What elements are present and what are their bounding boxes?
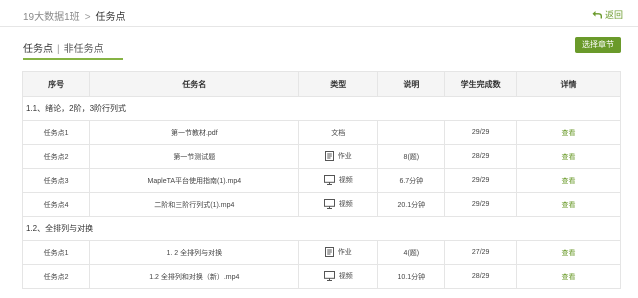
task-type-cell: 视频 — [298, 192, 379, 217]
task-type-cell: 作业 — [298, 240, 379, 265]
task-type: 视频 — [323, 174, 353, 185]
task-type-label: 文档 — [331, 129, 346, 137]
task-type: 文档 — [331, 128, 345, 138]
task-completed: 29/29 — [444, 168, 517, 193]
view-detail-link[interactable]: 查看 — [561, 154, 575, 161]
select-chapter-button[interactable]: 选择章节 — [575, 37, 621, 53]
header-completed: 学生完成数 — [444, 71, 517, 97]
tab-task-points[interactable]: 任务点 — [23, 40, 53, 55]
table-row: 任务点4 二阶和三阶行列式(1).mp4 视频 20.1分钟 29/29 查看 — [21, 192, 622, 217]
task-type-label: 作业 — [337, 152, 352, 160]
task-completed: 29/29 — [444, 192, 517, 217]
task-type: 视频 — [323, 270, 353, 281]
task-index: 任务点2 — [21, 144, 91, 169]
task-note: 6.7分钟 — [377, 168, 446, 193]
homework-icon — [324, 246, 334, 257]
view-detail-link[interactable]: 查看 — [561, 178, 575, 185]
table-row: 任务点2 1.2 全排列和对换（新）.mp4 视频 10.1分钟 28/29 查看 — [21, 264, 622, 289]
task-type: 作业 — [324, 150, 352, 161]
homework-icon — [324, 150, 334, 161]
task-type-cell: 文档 — [298, 120, 379, 145]
task-name: 1. 2 全排列与对换 — [89, 240, 300, 265]
back-arrow-icon — [592, 11, 602, 19]
task-type-cell: 作业 — [298, 144, 379, 169]
breadcrumb-class[interactable]: 19大数据1班 — [23, 12, 80, 23]
task-index: 任务点3 — [21, 168, 91, 193]
detail-cell: 查看 — [515, 192, 622, 217]
task-name: 二阶和三阶行列式(1).mp4 — [89, 192, 300, 217]
table-row: 任务点1 1. 2 全排列与对换 作业 4(题) 27/29 查看 — [21, 240, 622, 265]
task-type-label: 视频 — [338, 200, 353, 208]
table-row: 任务点3 MapleTA平台使用指南(1).mp4 视频 6.7分钟 29/29 查看 — [21, 168, 622, 193]
breadcrumb: 19大数据1班 > 任务点 — [23, 8, 126, 23]
task-note: 8(题) — [377, 144, 446, 169]
video-icon — [323, 198, 335, 209]
task-type-cell: 视频 — [298, 264, 379, 289]
header-detail: 详情 — [515, 71, 622, 97]
task-note: 20.1分钟 — [377, 192, 446, 217]
task-type-label: 视频 — [338, 272, 353, 280]
header-task-name: 任务名 — [89, 71, 300, 97]
task-table: 序号 任务名 类型 说明 学生完成数 详情 1.1、绪论，2阶，3阶行列式 任务点… — [21, 71, 622, 289]
task-note — [377, 120, 446, 145]
task-name: 第一节测试题 — [89, 144, 300, 169]
section-title: 1.2、全排列与对换 — [22, 216, 621, 241]
detail-cell: 查看 — [515, 240, 622, 265]
task-type: 视频 — [323, 198, 353, 209]
task-completed: 28/29 — [444, 144, 517, 169]
view-detail-link[interactable]: 查看 — [561, 202, 575, 209]
video-icon — [323, 174, 335, 185]
detail-cell: 查看 — [515, 264, 622, 289]
view-detail-link[interactable]: 查看 — [561, 130, 575, 137]
video-icon — [323, 270, 335, 281]
header-note: 说明 — [377, 71, 446, 97]
breadcrumb-current: 任务点 — [95, 12, 126, 23]
tab-non-task-points[interactable]: 非任务点 — [64, 40, 104, 55]
task-name: 1.2 全排列和对换（新）.mp4 — [89, 264, 300, 289]
task-type-cell: 视频 — [298, 168, 379, 193]
task-index: 任务点1 — [21, 120, 91, 145]
header-index: 序号 — [21, 71, 91, 97]
task-note: 10.1分钟 — [377, 264, 446, 289]
back-link[interactable]: 返回 — [592, 8, 623, 21]
task-type: 作业 — [324, 246, 352, 257]
detail-cell: 查看 — [515, 120, 622, 145]
detail-cell: 查看 — [515, 144, 622, 169]
back-label: 返回 — [604, 10, 623, 20]
top-bar: 19大数据1班 > 任务点 返回 — [0, 0, 638, 27]
task-name: MapleTA平台使用指南(1).mp4 — [89, 168, 300, 193]
section-row: 1.2、全排列与对换 — [22, 216, 621, 241]
task-note: 4(题) — [377, 240, 446, 265]
task-index: 任务点1 — [21, 240, 91, 265]
task-completed: 28/29 — [444, 264, 517, 289]
task-completed: 27/29 — [444, 240, 517, 265]
breadcrumb-separator: > — [84, 12, 91, 23]
view-detail-link[interactable]: 查看 — [561, 274, 575, 281]
table-row: 任务点2 第一节测试题 作业 8(题) 28/29 查看 — [21, 144, 622, 169]
table-header-row: 序号 任务名 类型 说明 学生完成数 详情 — [21, 71, 622, 97]
task-index: 任务点4 — [21, 192, 91, 217]
view-detail-link[interactable]: 查看 — [561, 250, 575, 257]
task-index: 任务点2 — [21, 264, 91, 289]
task-type-label: 视频 — [338, 176, 353, 184]
task-completed: 29/29 — [444, 120, 517, 145]
task-type-label: 作业 — [337, 248, 352, 256]
task-name: 第一节教材.pdf — [89, 120, 300, 145]
tab-divider: | — [57, 44, 60, 55]
detail-cell: 查看 — [515, 168, 622, 193]
header-type: 类型 — [298, 71, 379, 97]
section-title: 1.1、绪论，2阶，3阶行列式 — [22, 96, 621, 121]
table-row: 任务点1 第一节教材.pdf 文档 29/29 查看 — [21, 120, 622, 145]
tab-bar: 任务点 | 非任务点 — [23, 40, 123, 60]
section-row: 1.1、绪论，2阶，3阶行列式 — [22, 96, 621, 121]
